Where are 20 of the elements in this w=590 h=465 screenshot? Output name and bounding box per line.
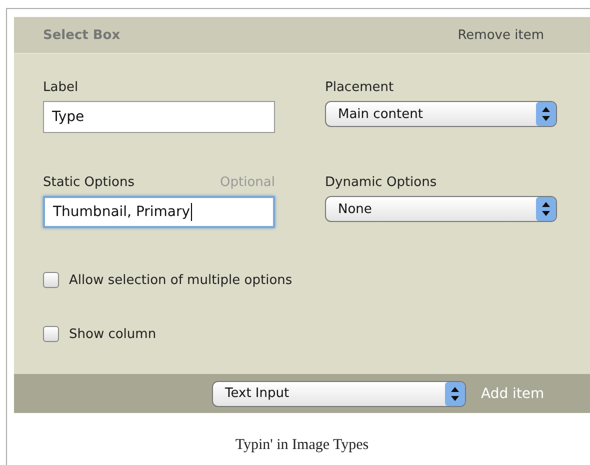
dropdown[interactable]: None bbox=[325, 196, 557, 222]
field-label: Placement bbox=[325, 80, 394, 96]
remove-item-link[interactable]: Remove item bbox=[458, 28, 544, 42]
stepper-arrows-icon bbox=[536, 102, 556, 126]
text-field[interactable]: Thumbnail, Primary bbox=[43, 196, 275, 228]
dropdown[interactable]: Text Input bbox=[212, 380, 466, 406]
field-label: Dynamic Options bbox=[325, 175, 437, 191]
optional-hint: Optional bbox=[220, 175, 275, 191]
panel-title: Select Box bbox=[43, 28, 120, 42]
checkbox[interactable] bbox=[43, 326, 59, 342]
stepper-arrows-icon bbox=[445, 382, 465, 406]
checkbox[interactable] bbox=[43, 272, 59, 288]
field-label: Label bbox=[43, 80, 78, 96]
checkbox-label: Allow selection of multiple options bbox=[69, 272, 292, 288]
checkbox-label: Show column bbox=[69, 326, 156, 342]
dropdown[interactable]: Main content bbox=[325, 101, 557, 127]
text-field[interactable]: Type bbox=[43, 101, 275, 133]
stepper-arrows-icon bbox=[536, 197, 556, 221]
caption: Typin' in Image Types bbox=[234, 437, 370, 454]
field-label: Static Options bbox=[43, 175, 134, 191]
